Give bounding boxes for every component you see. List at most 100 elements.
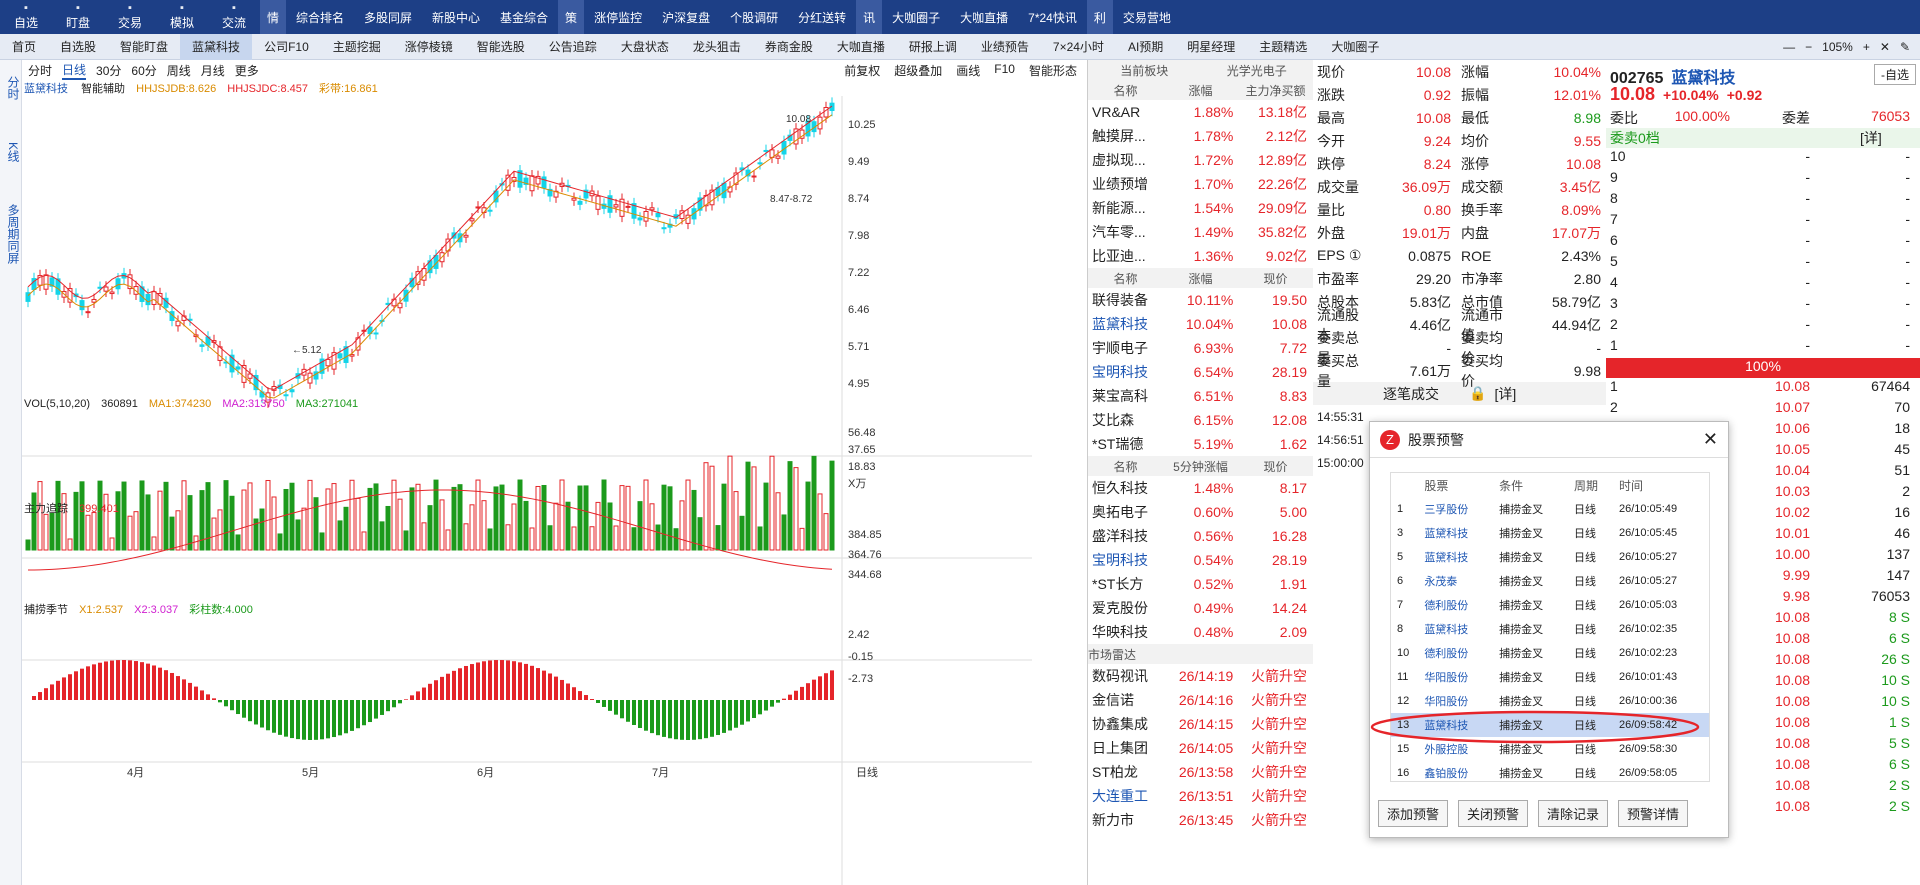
- view-nav-0[interactable]: 分时: [0, 70, 22, 106]
- bz-x1: X1:2.537: [79, 604, 124, 616]
- radar-row[interactable]: ST柏龙 26/13:58 火箭升空: [1088, 760, 1313, 784]
- zl-legend: 主力追踪 399.401: [24, 500, 119, 516]
- gainer-row[interactable]: 宝明科技 6.54% 28.19: [1088, 360, 1313, 384]
- close-icon[interactable]: ✕: [1703, 429, 1718, 450]
- subtab-9[interactable]: 大盘状态: [609, 34, 681, 60]
- nav-item-3-0[interactable]: 交易营地: [1113, 9, 1181, 26]
- nav-item-1-3[interactable]: 分红送转: [788, 9, 856, 26]
- subtab-12[interactable]: 大咖直播: [825, 34, 897, 60]
- subtab-19[interactable]: 大咖圈子: [1319, 34, 1391, 60]
- nav-item-1-0[interactable]: 涨停监控: [584, 9, 652, 26]
- speed-row[interactable]: *ST长方 0.52% 1.91: [1088, 572, 1313, 596]
- alert-row[interactable]: 13 蓝黛科技 捕捞金叉 日线 26/09:58:42: [1391, 713, 1709, 737]
- alert-button-0[interactable]: 添加预警: [1378, 800, 1449, 827]
- sector-row[interactable]: 新能源... 1.54% 29.09亿: [1088, 196, 1313, 220]
- gainer-row[interactable]: 艾比森 6.15% 12.08: [1088, 408, 1313, 432]
- zoom-out-icon[interactable]: —: [1783, 40, 1795, 54]
- subtab-15[interactable]: 7×24小时: [1041, 34, 1116, 60]
- subtab-10[interactable]: 龙头狙击: [681, 34, 753, 60]
- alert-row[interactable]: 1 三孚股份 捕捞金叉 日线 26/10:05:49: [1391, 497, 1709, 521]
- nav-item-0-3[interactable]: 基金综合: [490, 9, 558, 26]
- subtab-14[interactable]: 业绩预告: [969, 34, 1041, 60]
- subtab-18[interactable]: 主题精选: [1247, 34, 1319, 60]
- alert-list[interactable]: 股票 条件 周期 时间 1 三孚股份 捕捞金叉 日线 26/10:05:49 3 蓝黛科技 捕捞金叉日…: [1390, 472, 1710, 782]
- alert-button-3[interactable]: 预警详情: [1618, 800, 1689, 827]
- speed-row[interactable]: 宝明科技 0.54% 28.19: [1088, 548, 1313, 572]
- zoom-out-icon[interactable]: −: [1805, 40, 1812, 54]
- detail-link[interactable]: [详]: [1860, 128, 1882, 148]
- toolbar-icon[interactable]: ✎: [1900, 40, 1910, 54]
- subtab-0[interactable]: 首页: [0, 34, 48, 60]
- gainer-cell: 28.19: [1271, 364, 1308, 380]
- gainer-row[interactable]: 宇顺电子 6.93% 7.72: [1088, 336, 1313, 360]
- nav-item-2-2[interactable]: 7*24快讯: [1018, 9, 1087, 26]
- top-nav-3[interactable]: ▪ 模拟: [156, 0, 208, 34]
- speed-row[interactable]: 爱克股份 0.49% 14.24: [1088, 596, 1313, 620]
- sector-row[interactable]: 触摸屏... 1.78% 2.12亿: [1088, 124, 1313, 148]
- radar-row[interactable]: 新力市 26/13:45 火箭升空: [1088, 808, 1313, 832]
- nav-item-1-2[interactable]: 个股调研: [720, 9, 788, 26]
- alert-row[interactable]: 5 蓝黛科技 捕捞金叉 日线 26/10:05:27: [1391, 545, 1709, 569]
- alert-button-1[interactable]: 关闭预警: [1458, 800, 1529, 827]
- nav-item-2-1[interactable]: 大咖直播: [950, 9, 1018, 26]
- sector-row[interactable]: 比亚迪... 1.36% 9.02亿: [1088, 244, 1313, 268]
- radar-row[interactable]: 日上集团 26/14:05 火箭升空: [1088, 736, 1313, 760]
- gainer-row[interactable]: 联得装备 10.11% 19.50: [1088, 288, 1313, 312]
- sector-row[interactable]: 汽车零... 1.49% 35.82亿: [1088, 220, 1313, 244]
- radar-row[interactable]: 大连重工 26/13:51 火箭升空: [1088, 784, 1313, 808]
- subtab-11[interactable]: 券商金股: [753, 34, 825, 60]
- subtab-13[interactable]: 研报上调: [897, 34, 969, 60]
- alert-row[interactable]: 12 华阳股份 捕捞金叉 日线 26/10:00:36: [1391, 689, 1709, 713]
- subtab-2[interactable]: 智能盯盘: [108, 34, 180, 60]
- speed-row[interactable]: 奥拓电子 0.60% 5.00: [1088, 500, 1313, 524]
- gainer-row[interactable]: *ST瑞德 5.19% 1.62: [1088, 432, 1313, 456]
- top-nav-1[interactable]: ▪ 盯盘: [52, 0, 104, 34]
- subtab-1[interactable]: 自选股: [48, 34, 108, 60]
- toolbar-icon[interactable]: ✕: [1880, 40, 1890, 54]
- alert-row[interactable]: 15 外服控股 捕捞金叉 日线 26/09:58:30: [1391, 737, 1709, 761]
- nav-item-0-1[interactable]: 多股同屏: [354, 9, 422, 26]
- subtab-16[interactable]: AI预期: [1116, 34, 1175, 60]
- chart-canvas[interactable]: 10.25 9.49 8.74 7.98 7.22 6.46 5.71 4.95 ←5.12 10…: [22, 60, 1088, 885]
- toolbar-icon[interactable]: +: [1863, 40, 1870, 54]
- subtab-4[interactable]: 公司F10: [252, 34, 321, 60]
- radar-row[interactable]: 金信诺 26/14:16 火箭升空: [1088, 688, 1313, 712]
- subtab-7[interactable]: 智能选股: [465, 34, 537, 60]
- top-nav-4[interactable]: ▪ 交流: [208, 0, 260, 34]
- alert-row[interactable]: 8 蓝黛科技 捕捞金叉 日线 26/10:02:35: [1391, 617, 1709, 641]
- top-nav-2[interactable]: ▪ 交易: [104, 0, 156, 34]
- nav-item-0-0[interactable]: 综合排名: [286, 9, 354, 26]
- gainer-row[interactable]: 莱宝高科 6.51% 8.83: [1088, 384, 1313, 408]
- speed-row[interactable]: 华映科技 0.48% 2.09: [1088, 620, 1313, 644]
- alert-row[interactable]: 11 华阳股份 捕捞金叉 日线 26/10:01:43: [1391, 665, 1709, 689]
- detail-link[interactable]: [详]: [1494, 384, 1516, 404]
- speed-row[interactable]: 恒久科技 1.48% 8.17: [1088, 476, 1313, 500]
- gainer-row[interactable]: 蓝黛科技 10.04% 10.08: [1088, 312, 1313, 336]
- view-nav-1[interactable]: K线: [0, 136, 22, 168]
- radar-row[interactable]: 协鑫集成 26/14:15 火箭升空: [1088, 712, 1313, 736]
- remove-favorite-button[interactable]: -自选: [1874, 64, 1916, 85]
- speed-row[interactable]: 盛洋科技 0.56% 16.28: [1088, 524, 1313, 548]
- view-nav-2[interactable]: 多周期同屏: [0, 198, 22, 270]
- vol-value: 360891: [101, 398, 138, 410]
- nav-item-0-2[interactable]: 新股中心: [422, 9, 490, 26]
- sector-row[interactable]: 虚拟现... 1.72% 12.89亿: [1088, 148, 1313, 172]
- sector-row[interactable]: 业绩预增 1.70% 22.26亿: [1088, 172, 1313, 196]
- subtab-6[interactable]: 涨停棱镜: [393, 34, 465, 60]
- top-nav-0[interactable]: ▪ 自选: [0, 0, 52, 34]
- quote-row: EPS ① 0.0875 ROE 2.43%: [1313, 244, 1606, 267]
- nav-item-2-0[interactable]: 大咖圈子: [882, 9, 950, 26]
- subtab-3[interactable]: 蓝黛科技: [180, 33, 253, 60]
- alert-row[interactable]: 10 德利股份 捕捞金叉 日线 26/10:02:23: [1391, 641, 1709, 665]
- nav-item-1-1[interactable]: 沪深复盘: [652, 9, 720, 26]
- alert-row[interactable]: 16 鑫铂股份 捕捞金叉 日线 26/09:58:05: [1391, 761, 1709, 781]
- sector-row[interactable]: VR&AR 1.88% 13.18亿: [1088, 100, 1313, 124]
- subtab-17[interactable]: 明星经理: [1175, 34, 1247, 60]
- subtab-5[interactable]: 主题挖掘: [321, 34, 393, 60]
- subtab-8[interactable]: 公告追踪: [537, 34, 609, 60]
- alert-row[interactable]: 7 德利股份 捕捞金叉 日线 26/10:05:03: [1391, 593, 1709, 617]
- alert-row[interactable]: 6 永茂泰 捕捞金叉 日线 26/10:05:27: [1391, 569, 1709, 593]
- radar-row[interactable]: 数码视讯 26/14:19 火箭升空: [1088, 664, 1313, 688]
- alert-row[interactable]: 3 蓝黛科技 捕捞金叉 日线 26/10:05:45: [1391, 521, 1709, 545]
- alert-button-2[interactable]: 清除记录: [1538, 800, 1609, 827]
